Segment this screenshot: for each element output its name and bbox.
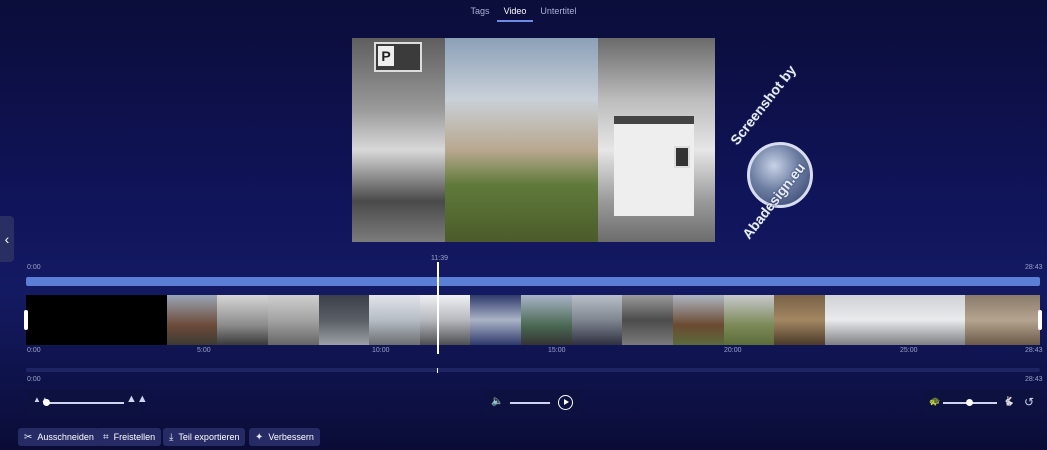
frame-thumb [965,295,1040,345]
preview-panel-square [445,38,598,242]
crop-button-label: Freistellen [113,432,156,442]
filmstrip[interactable] [26,295,1040,345]
playhead-time: 11:39 [431,255,448,262]
frame-thumb [318,295,370,345]
trim-handle-right[interactable] [1038,310,1042,330]
slow-turtle-icon[interactable]: 🐢 [929,396,940,407]
overview-end-time: 28:43 [1025,376,1043,383]
enhance-button[interactable]: ✦ Verbessern [249,428,320,446]
house-window [674,146,690,168]
frame-thumb [723,295,775,345]
playhead[interactable] [437,262,439,354]
frame-thumb [672,295,724,345]
watermark-line1: Screenshot by [727,61,800,148]
preview-panel-house [598,38,715,242]
tick-label: 0:00 [27,347,41,354]
speed-control: 🐢 🐇 ↺ [925,390,1041,416]
timeline-end-time: 28:43 [1025,264,1043,271]
frame-thumb [166,295,218,345]
overview-start-time: 0:00 [27,376,41,383]
frame-thumb [521,295,572,345]
overview-track[interactable] [26,368,1040,372]
export-part-button-label: Teil exportieren [178,432,240,442]
zoom-slider-knob[interactable] [43,399,50,406]
tick-label: 28:43 [1025,347,1043,354]
zoom-slider-track[interactable] [44,402,124,404]
collapse-sidebar-button[interactable]: ‹ [0,216,14,262]
tick-label: 15:00 [548,347,566,354]
parking-sign-letter: P [378,46,394,66]
frame-thumb [470,295,521,345]
fast-rabbit-icon[interactable]: 🐇 [1003,396,1014,407]
tab-tags[interactable]: Tags [464,0,497,22]
frame-thumb [217,295,268,345]
export-part-button[interactable]: ⤓ Teil exportieren [163,428,246,446]
chevron-left-icon: ‹ [4,231,10,247]
timeline-start-time: 0:00 [27,264,41,271]
parking-sign: P [374,42,422,72]
tab-untertitel[interactable]: Untertitel [533,0,583,22]
play-button[interactable] [558,395,573,410]
zoom-control: ▲▲ ▲▲ [27,390,148,416]
tick-label: 5:00 [197,347,211,354]
reset-icon[interactable]: ↺ [1024,395,1034,409]
volume-slider-track[interactable] [510,402,550,404]
download-icon: ⤓ [169,431,174,443]
tick-label: 10:00 [372,347,390,354]
frame-thumb [419,295,471,345]
frame-thumb [26,295,167,345]
house-shape [614,116,694,216]
frame-thumb [267,295,319,345]
crop-icon: ⌗ [103,431,109,443]
playback-control: 🔈 [485,390,581,416]
tick-label: 20:00 [724,347,742,354]
tab-bar: Tags Video Untertitel [0,0,1047,22]
enhance-button-label: Verbessern [268,432,314,442]
cut-button[interactable]: ✂ Ausschneiden [18,428,100,446]
zoom-in-icon[interactable]: ▲▲ [126,393,148,405]
video-preview[interactable]: P [352,38,715,242]
frame-thumb [824,295,966,345]
speed-slider-knob[interactable] [966,399,973,406]
watermark: Screenshot by Abadesign.eu [727,62,831,242]
preview-panel-street: P [352,38,445,242]
frame-thumb [774,295,825,345]
trim-handle-left[interactable] [24,310,28,330]
volume-icon[interactable]: 🔈 [491,396,503,407]
sparkle-icon: ✦ [255,431,264,443]
selection-range-bar[interactable] [26,277,1040,286]
frame-thumb [369,295,420,345]
crop-button[interactable]: ⌗ Freistellen [97,428,162,446]
cut-button-label: Ausschneiden [37,432,94,442]
scissors-icon: ✂ [24,431,33,443]
overview-marker [437,368,438,373]
tick-label: 25:00 [900,347,918,354]
frame-thumb [571,295,623,345]
frame-thumb [622,295,673,345]
tab-video[interactable]: Video [496,0,534,22]
